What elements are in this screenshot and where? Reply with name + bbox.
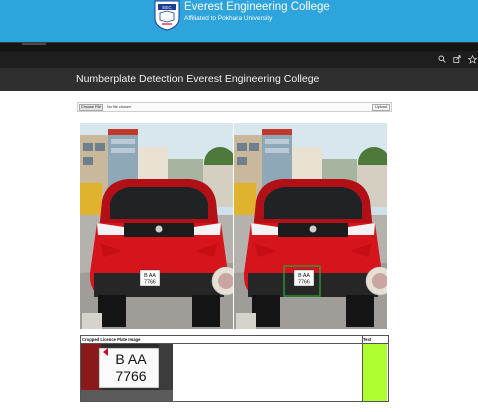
original-plate-line1: B AA [144,273,156,279]
share-icon[interactable] [452,54,462,64]
college-name: Everest Engineering College [184,1,330,13]
cropped-plate-image: B AA 7766 [81,344,173,401]
logo-text: EEC [162,5,172,10]
page: EEC Everest Engineering College Affiliat… [0,0,478,412]
star-icon[interactable] [467,54,477,64]
college-affiliation: Affiliated to Pokhara University [184,15,273,22]
original-car-image: B AA 7766 [80,123,233,329]
browser-tab-strip [0,42,478,51]
college-banner: EEC Everest Engineering College Affiliat… [0,0,478,42]
upload-form: Choose File No file chosen Upload [77,102,392,112]
detected-car-image: B AA 7766 [234,123,387,329]
result-table: Cropped Licence Plate Image Text B AA 77… [80,335,389,402]
college-logo: EEC [154,0,180,31]
zoom-icon[interactable] [437,54,447,64]
file-status: No file chosen [107,105,132,109]
detected-plate-line1: B AA [298,273,310,279]
browser-toolbar [0,51,478,68]
upload-button[interactable]: Upload [372,104,390,111]
recognized-text-cell [363,344,387,401]
cropped-plate-line2: 7766 [115,368,146,384]
cropped-plate-line1: B AA [115,351,147,367]
browser-tab[interactable] [22,43,46,45]
choose-file-button[interactable]: Choose File [79,104,103,111]
page-title: Numberplate Detection Everest Engineerin… [76,73,320,85]
app-header: Numberplate Detection Everest Engineerin… [0,68,478,91]
original-plate-line2: 7766 [144,280,156,286]
detected-plate-line2: 7766 [298,280,310,286]
